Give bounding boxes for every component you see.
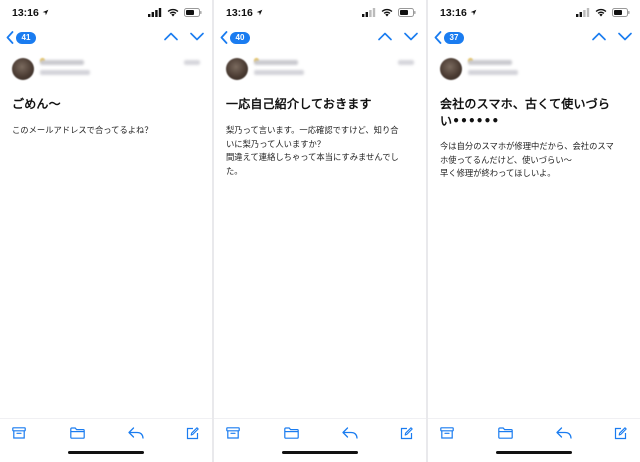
bottom-toolbar bbox=[428, 418, 640, 446]
archive-icon[interactable] bbox=[12, 427, 26, 439]
status-time: 13:16 bbox=[226, 7, 263, 19]
email-body: 梨乃って言います。一応確認ですけど、知り合 いに梨乃って人いますか？ 間違えて連… bbox=[226, 125, 399, 176]
chevron-up-icon[interactable] bbox=[378, 32, 392, 41]
battery-icon bbox=[612, 8, 630, 17]
status-time-text: 13:16 bbox=[226, 7, 253, 19]
status-time: 13:16 bbox=[12, 7, 49, 19]
status-icons bbox=[576, 8, 630, 17]
message-nav-bar: 37 bbox=[428, 26, 640, 50]
phone-screen-3: 13:16 37 会社のスマホ、古くて使いづら い•••••• 今は自分のスマホ… bbox=[428, 0, 640, 462]
email-subject: 会社のスマホ、古くて使いづら い•••••• bbox=[440, 97, 611, 128]
archive-icon[interactable] bbox=[440, 427, 454, 439]
reply-icon[interactable] bbox=[342, 427, 358, 439]
message-count-badge[interactable]: 41 bbox=[16, 32, 36, 44]
wifi-icon bbox=[167, 8, 179, 17]
bottom-toolbar bbox=[214, 418, 426, 446]
sender-recipient-blurred bbox=[254, 70, 304, 75]
sender-recipient-blurred bbox=[40, 70, 90, 75]
reply-icon[interactable] bbox=[556, 427, 572, 439]
status-bar: 13:16 bbox=[0, 0, 212, 26]
home-indicator[interactable] bbox=[282, 451, 358, 454]
avatar bbox=[12, 58, 34, 80]
avatar bbox=[440, 58, 462, 80]
sender-name-blurred bbox=[254, 60, 298, 65]
chevron-up-icon[interactable] bbox=[592, 32, 606, 41]
archive-icon[interactable] bbox=[226, 427, 240, 439]
message-nav-bar: 41 bbox=[0, 26, 212, 50]
compose-icon[interactable] bbox=[186, 427, 199, 440]
phone-screen-1: 13:16 41 ごめん〜 このメールアドレスで合ってるよね？ bbox=[0, 0, 212, 462]
chevron-down-icon[interactable] bbox=[618, 32, 632, 41]
email-body: 今は自分のスマホが修理中だから、会社のスマ ホ使ってるんだけど、使いづらい〜 早… bbox=[440, 141, 614, 178]
cellular-signal-icon bbox=[362, 8, 376, 17]
sender-header[interactable] bbox=[0, 52, 212, 92]
email-subject: 一応自己紹介しておきます bbox=[226, 97, 372, 111]
date-blurred bbox=[398, 60, 414, 65]
battery-icon bbox=[184, 8, 202, 17]
location-arrow-icon bbox=[256, 9, 263, 16]
back-chevron-icon[interactable] bbox=[220, 31, 228, 44]
sender-recipient-blurred bbox=[468, 70, 518, 75]
cellular-signal-icon bbox=[576, 8, 590, 17]
message-nav-bar: 40 bbox=[214, 26, 426, 50]
status-time-text: 13:16 bbox=[12, 7, 39, 19]
chevron-up-icon[interactable] bbox=[164, 32, 178, 41]
sender-name-blurred bbox=[40, 60, 84, 65]
location-arrow-icon bbox=[470, 9, 477, 16]
folder-icon[interactable] bbox=[498, 427, 513, 439]
email-body: このメールアドレスで合ってるよね？ bbox=[12, 125, 153, 135]
date-blurred bbox=[184, 60, 200, 65]
email-subject: ごめん〜 bbox=[12, 97, 61, 111]
chevron-down-icon[interactable] bbox=[190, 32, 204, 41]
back-chevron-icon[interactable] bbox=[434, 31, 442, 44]
status-bar: 13:16 bbox=[428, 0, 640, 26]
home-indicator[interactable] bbox=[496, 451, 572, 454]
compose-icon[interactable] bbox=[400, 427, 413, 440]
status-time-text: 13:16 bbox=[440, 7, 467, 19]
status-icons bbox=[148, 8, 202, 17]
status-time: 13:16 bbox=[440, 7, 477, 19]
sender-header[interactable] bbox=[214, 52, 426, 92]
wifi-icon bbox=[381, 8, 393, 17]
message-count-badge[interactable]: 40 bbox=[230, 32, 250, 44]
avatar bbox=[226, 58, 248, 80]
wifi-icon bbox=[595, 8, 607, 17]
chevron-down-icon[interactable] bbox=[404, 32, 418, 41]
location-arrow-icon bbox=[42, 9, 49, 16]
compose-icon[interactable] bbox=[614, 427, 627, 440]
status-bar: 13:16 bbox=[214, 0, 426, 26]
screenshot-row: 13:16 41 ごめん〜 このメールアドレスで合ってるよね？ 13:16 40… bbox=[0, 0, 640, 462]
sender-name-blurred bbox=[468, 60, 512, 65]
sender-header[interactable] bbox=[428, 52, 640, 92]
folder-icon[interactable] bbox=[284, 427, 299, 439]
home-indicator[interactable] bbox=[68, 451, 144, 454]
back-chevron-icon[interactable] bbox=[6, 31, 14, 44]
folder-icon[interactable] bbox=[70, 427, 85, 439]
status-icons bbox=[362, 8, 416, 17]
message-count-badge[interactable]: 37 bbox=[444, 32, 464, 44]
reply-icon[interactable] bbox=[128, 427, 144, 439]
phone-screen-2: 13:16 40 一応自己紹介しておきます 梨乃って言います。一応確認ですけど、… bbox=[214, 0, 426, 462]
battery-icon bbox=[398, 8, 416, 17]
bottom-toolbar bbox=[0, 418, 212, 446]
cellular-signal-icon bbox=[148, 8, 162, 17]
